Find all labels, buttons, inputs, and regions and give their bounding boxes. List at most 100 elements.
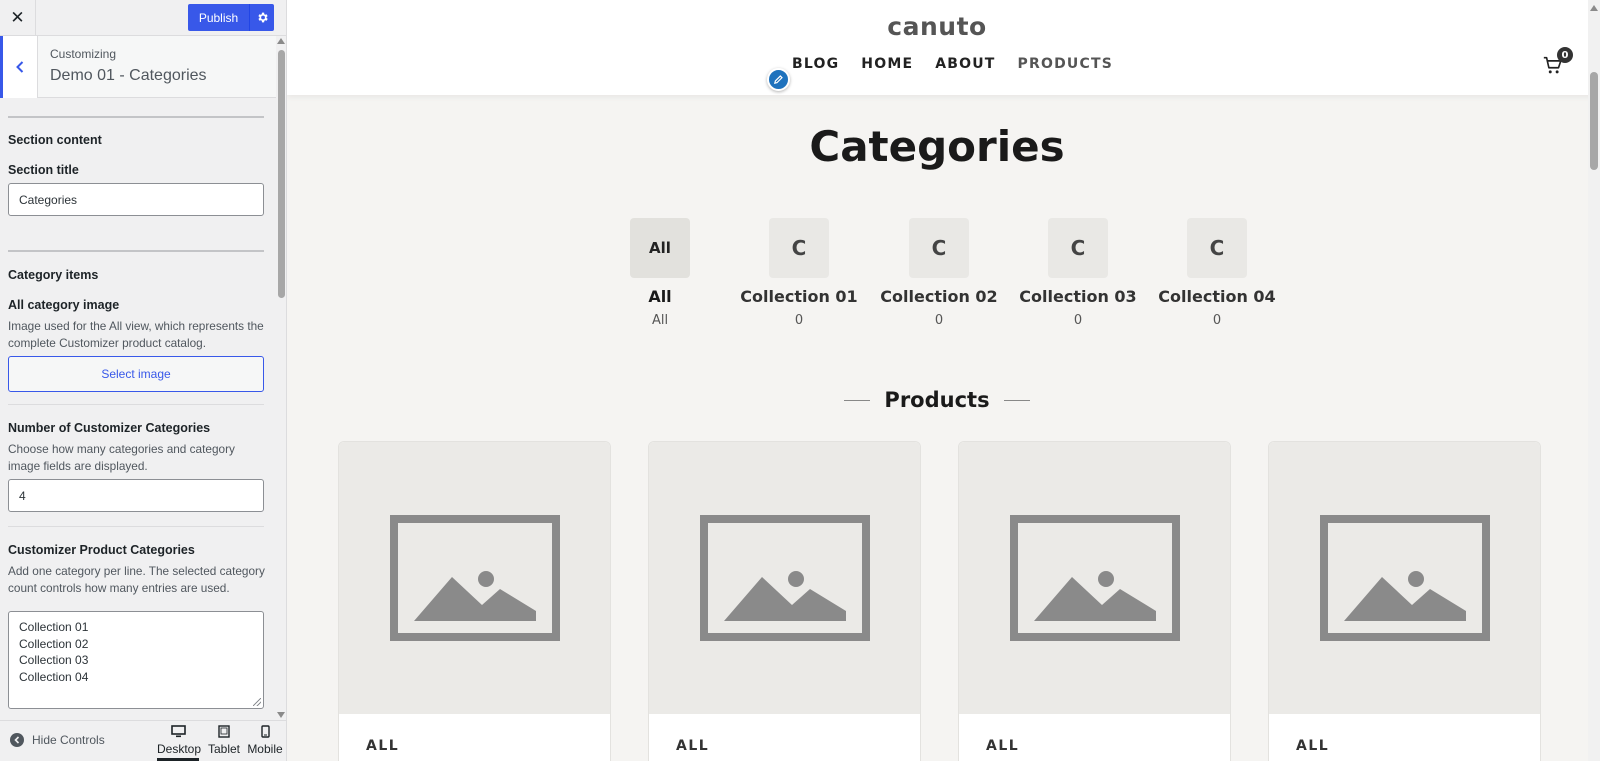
category-item-collection-01[interactable]: C Collection 01 0 <box>739 218 859 328</box>
num-categories-input[interactable]: 4 <box>8 479 264 512</box>
site-header: canuto BLOG HOME ABOUT PRODUCTS 0 <box>287 0 1600 95</box>
controls-panel: Section content Section title Categories… <box>0 98 275 720</box>
main-nav: BLOG HOME ABOUT PRODUCTS <box>792 56 1113 72</box>
section-title-input[interactable]: Categories <box>8 183 264 216</box>
divider <box>8 250 264 252</box>
category-tile: C <box>1048 218 1108 278</box>
scroll-down-arrow[interactable] <box>277 712 285 718</box>
site-preview: canuto BLOG HOME ABOUT PRODUCTS 0 Catego… <box>287 0 1600 761</box>
divider <box>8 116 264 118</box>
scrollbar-thumb[interactable] <box>1590 72 1598 170</box>
section-content-heading: Section content <box>8 133 102 147</box>
tablet-label: Tablet <box>207 742 241 756</box>
mobile-label: Mobile <box>247 742 283 756</box>
all-image-label: All category image <box>8 298 120 312</box>
category-item-all[interactable]: All All All <box>600 218 720 328</box>
categories-heading: Categories <box>809 122 1065 171</box>
panel-title: Demo 01 - Categories <box>50 67 207 84</box>
divider <box>8 404 264 405</box>
product-categories-label: Customizer Product Categories <box>8 543 195 557</box>
category-count: 0 <box>934 313 944 328</box>
category-name: Collection 03 <box>1019 287 1137 306</box>
panel-header: Customizing Demo 01 - Categories <box>0 36 286 98</box>
pencil-icon <box>774 75 783 84</box>
sidebar-footer: Hide Controls Desktop Tablet Mobile <box>0 720 286 761</box>
category-tile: C <box>769 218 829 278</box>
category-tile: C <box>909 218 969 278</box>
product-image[interactable] <box>339 442 610 714</box>
scrollbar-thumb[interactable] <box>278 50 285 298</box>
category-tile: C <box>1187 218 1247 278</box>
category-items-heading: Category items <box>8 268 99 282</box>
all-image-description: Image used for the All view, which repre… <box>8 319 264 350</box>
product-card[interactable]: ALL <box>958 441 1231 761</box>
publish-button[interactable]: Publish <box>188 4 249 31</box>
product-category-label: ALL <box>366 738 400 754</box>
category-count: 0 <box>794 313 804 328</box>
products-heading-text: Products <box>884 388 990 412</box>
product-categories-textarea[interactable]: Collection 01 Collection 02 Collection 0… <box>8 611 264 709</box>
product-card[interactable]: ALL <box>648 441 921 761</box>
nav-item-products[interactable]: PRODUCTS <box>1018 56 1113 72</box>
product-image[interactable] <box>1269 442 1540 714</box>
preview-mobile-button[interactable]: Mobile <box>246 725 284 756</box>
textarea-resize-handle[interactable] <box>253 698 261 706</box>
category-item-collection-02[interactable]: C Collection 02 0 <box>879 218 999 328</box>
category-item-collection-04[interactable]: C Collection 04 0 <box>1157 218 1277 328</box>
back-button[interactable] <box>0 36 38 98</box>
textarea-line: Collection 03 <box>19 653 89 667</box>
close-customizer-button[interactable]: ✕ <box>0 0 36 36</box>
textarea-line: Collection 04 <box>19 669 89 684</box>
nav-item-about[interactable]: ABOUT <box>935 56 995 72</box>
heading-rule <box>844 399 871 401</box>
heading-rule <box>1003 399 1030 401</box>
publish-settings-button[interactable] <box>249 4 274 31</box>
category-count: All <box>651 313 669 328</box>
product-image[interactable] <box>649 442 920 714</box>
product-card[interactable]: ALL <box>1268 441 1541 761</box>
product-image[interactable] <box>959 442 1230 714</box>
preview-tablet-button[interactable]: Tablet <box>205 725 243 756</box>
category-item-collection-03[interactable]: C Collection 03 0 <box>1018 218 1138 328</box>
close-icon: ✕ <box>10 8 25 28</box>
edit-shortcut-button[interactable] <box>767 68 790 91</box>
num-categories-description: Choose how many categories and category … <box>8 442 235 473</box>
image-placeholder-icon <box>389 515 560 641</box>
image-placeholder-icon <box>1319 515 1490 641</box>
category-tile: All <box>630 218 690 278</box>
preview-desktop-button[interactable]: Desktop <box>157 725 202 761</box>
desktop-label: Desktop <box>157 742 202 756</box>
category-count: 0 <box>1073 313 1083 328</box>
product-categories-description: Add one category per line. The selected … <box>8 564 265 595</box>
gear-icon <box>257 12 268 23</box>
product-category-label: ALL <box>986 738 1020 754</box>
category-name: Collection 02 <box>880 287 998 306</box>
section-title-label: Section title <box>8 163 79 177</box>
customizing-label: Customizing <box>50 47 117 61</box>
hide-controls-button[interactable]: Hide Controls <box>10 733 105 747</box>
scroll-up-arrow[interactable] <box>1590 5 1598 11</box>
tablet-icon <box>218 725 230 738</box>
divider <box>8 526 264 527</box>
products-heading: Products <box>287 388 1587 412</box>
desktop-icon <box>170 725 186 738</box>
preview-scrollbar[interactable] <box>1588 0 1600 761</box>
mobile-icon <box>260 725 270 738</box>
customizer-sidebar: ✕ Publish Customizing Demo 01 - Categori… <box>0 0 287 761</box>
image-placeholder-icon <box>1009 515 1180 641</box>
product-card[interactable]: ALL <box>338 441 611 761</box>
num-categories-label: Number of Customizer Categories <box>8 421 211 435</box>
textarea-line: Collection 02 <box>19 636 89 651</box>
site-logo[interactable]: canuto <box>287 12 1587 41</box>
select-image-button[interactable]: Select image <box>8 356 264 392</box>
chevron-left-icon <box>16 61 24 73</box>
hide-controls-label: Hide Controls <box>32 733 105 747</box>
category-name: Collection 01 <box>740 287 858 306</box>
category-name: All <box>648 287 672 306</box>
scroll-up-arrow[interactable] <box>277 38 285 44</box>
product-category-label: ALL <box>676 738 710 754</box>
nav-item-home[interactable]: HOME <box>861 56 913 72</box>
image-placeholder-icon <box>699 515 870 641</box>
nav-item-blog[interactable]: BLOG <box>792 56 839 72</box>
sidebar-scrollbar[interactable] <box>276 36 286 720</box>
